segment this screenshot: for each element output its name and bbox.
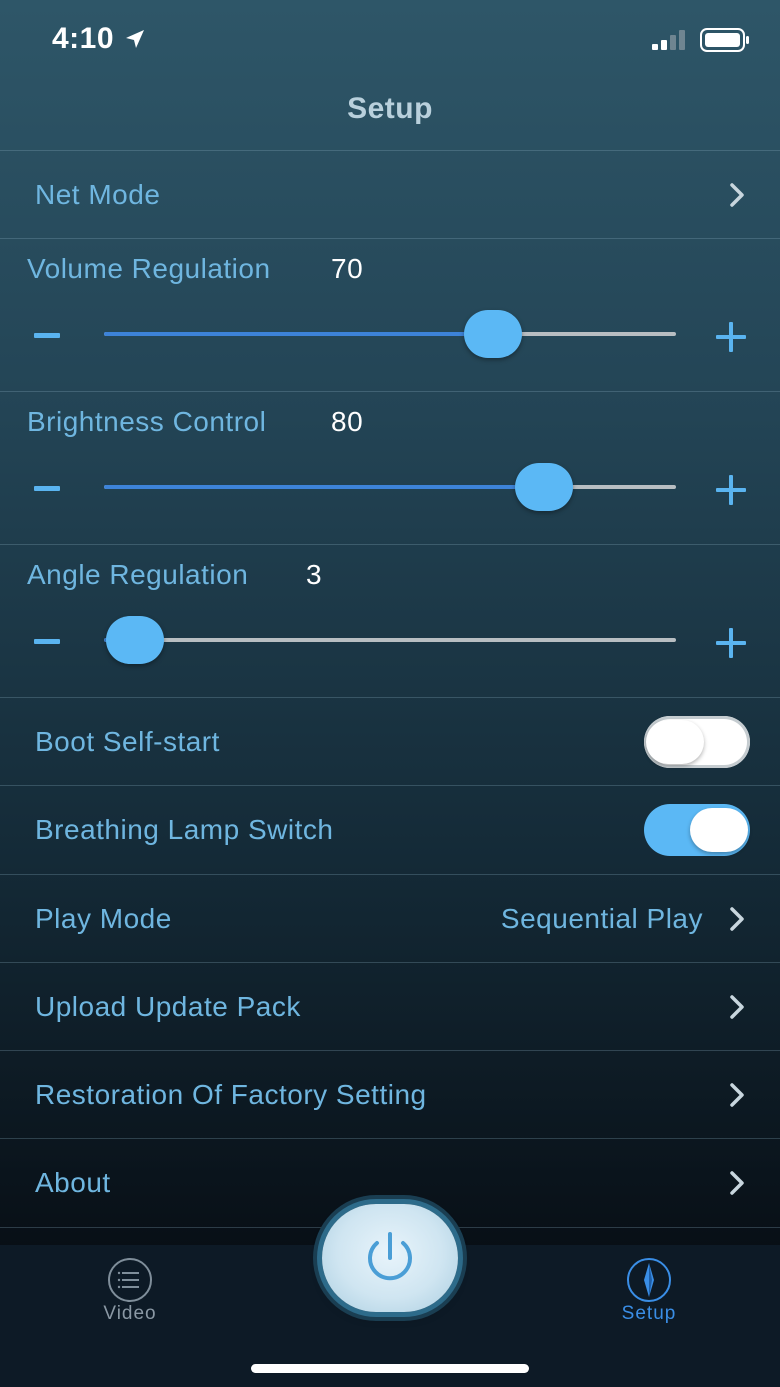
list-icon [108,1258,152,1302]
brightness-increase-button[interactable] [714,473,748,507]
breathing-lamp-label: Breathing Lamp Switch [35,814,334,845]
battery-icon [700,28,749,52]
play-mode-value: Sequential Play [500,903,703,934]
brightness-slider[interactable] [104,463,676,511]
chevron-right-icon [730,1083,744,1107]
brightness-slider-block: Brightness Control 80 [0,392,780,544]
factory-reset-row[interactable]: Restoration Of Factory Setting [0,1051,780,1139]
upload-update-pack-label: Upload Update Pack [35,991,301,1022]
chevron-right-icon [730,1171,744,1195]
about-label: About [35,1167,111,1198]
boot-self-start-toggle[interactable] [644,716,750,768]
toggle-knob [646,720,704,764]
chevron-right-icon [730,907,744,931]
angle-increase-button[interactable] [714,626,748,660]
angle-slider-block: Angle Regulation 3 [0,545,780,697]
power-button[interactable] [322,1204,458,1312]
breathing-lamp-row: Breathing Lamp Switch [0,786,780,874]
status-time: 4:10 [52,22,115,55]
status-bar: 4:10 [0,0,780,80]
brightness-slider-thumb[interactable] [515,463,573,511]
play-mode-label: Play Mode [35,903,172,934]
volume-slider[interactable] [104,310,676,358]
cellular-signal-icon [652,30,686,50]
volume-decrease-button[interactable] [34,333,60,338]
power-icon [368,1232,412,1281]
brightness-decrease-button[interactable] [34,486,60,491]
volume-slider-block: Volume Regulation 70 [0,239,780,391]
tab-setup-label: Setup [621,1303,677,1324]
volume-increase-button[interactable] [714,320,748,354]
boot-self-start-label: Boot Self-start [35,726,220,757]
breathing-lamp-toggle[interactable] [644,804,750,856]
chevron-right-icon [730,183,744,207]
home-indicator [251,1364,529,1373]
volume-value: 70 [331,253,364,284]
brightness-value: 80 [331,406,364,437]
angle-slider-thumb[interactable] [106,616,164,664]
tab-setup[interactable]: Setup [569,1245,729,1345]
play-mode-row[interactable]: Play Mode Sequential Play [0,875,780,963]
toggle-knob [690,808,748,852]
tab-video[interactable]: Video [50,1245,210,1345]
page-title: Setup [347,92,433,125]
upload-update-pack-row[interactable]: Upload Update Pack [0,963,780,1051]
angle-slider[interactable] [104,616,676,664]
angle-decrease-button[interactable] [34,639,60,644]
compass-icon [627,1258,671,1302]
chevron-right-icon [730,995,744,1019]
volume-slider-fill [104,332,493,336]
factory-reset-label: Restoration Of Factory Setting [35,1079,427,1110]
volume-label: Volume Regulation [27,253,271,284]
volume-slider-thumb[interactable] [464,310,522,358]
tab-video-label: Video [103,1303,157,1324]
net-mode-label: Net Mode [35,179,161,210]
brightness-label: Brightness Control [27,406,267,437]
angle-value: 3 [306,559,323,590]
boot-self-start-row: Boot Self-start [0,698,780,786]
location-arrow-icon [126,30,144,48]
net-mode-row[interactable]: Net Mode [0,151,780,239]
brightness-slider-fill [104,485,544,489]
angle-label: Angle Regulation [27,559,249,590]
